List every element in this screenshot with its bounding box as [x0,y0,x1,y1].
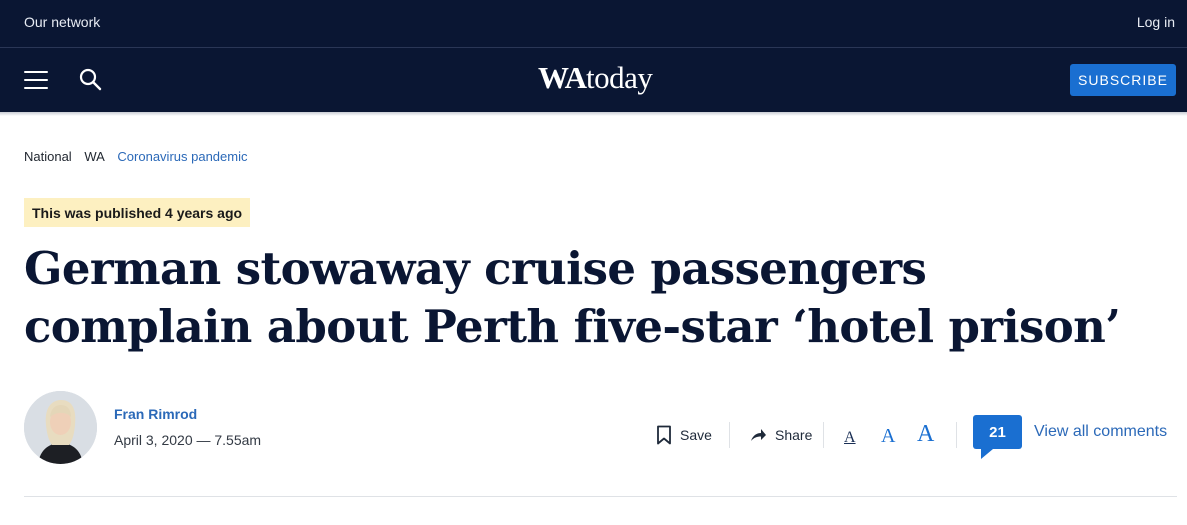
site-header: WAtoday SUBSCRIBE [0,48,1187,112]
hamburger-menu-icon[interactable] [24,70,48,90]
search-icon[interactable] [78,67,104,93]
logo-wa: WA [538,60,587,95]
breadcrumb: National WA Coronavirus pandemic [24,149,257,164]
share-button[interactable]: Share [750,424,812,446]
menu-line [24,87,48,89]
tool-divider [956,422,957,448]
logo-today: today [585,60,653,95]
save-label: Save [680,427,712,443]
bookmark-icon [657,425,671,445]
menu-line [24,79,48,81]
view-all-comments-link[interactable]: View all comments [1034,423,1167,441]
save-button[interactable]: Save [656,424,712,446]
author-avatar[interactable] [24,391,97,464]
share-arrow-icon [751,429,766,441]
breadcrumb-coronavirus[interactable]: Coronavirus pandemic [117,149,247,164]
breadcrumb-national[interactable]: National [24,149,72,164]
network-bar: Our network Log in [0,0,1187,48]
breadcrumb-wa[interactable]: WA [84,149,104,164]
header-shadow [0,112,1187,116]
byline-divider [24,496,1177,497]
tool-divider [823,422,824,448]
menu-line [24,71,48,73]
watoday-logo[interactable]: WAtoday [538,60,653,100]
font-size-medium-button[interactable]: A [881,425,895,448]
tool-divider [729,422,730,448]
share-label: Share [775,427,813,443]
our-network-link[interactable]: Our network [24,14,100,30]
font-size-large-button[interactable]: A [917,421,934,448]
publish-date: April 3, 2020 — 7.55am [114,432,262,448]
published-age-badge: This was published 4 years ago [24,198,251,227]
author-name-link[interactable]: Fran Rimrod [114,406,197,422]
login-link[interactable]: Log in [1137,14,1175,30]
font-size-small-button[interactable]: A [844,429,856,447]
comment-bubble-tail [981,449,993,459]
article-headline: German stowaway cruise passengers compla… [24,242,1121,353]
subscribe-button[interactable]: SUBSCRIBE [1070,64,1176,96]
comment-count-bubble[interactable]: 21 [973,415,1022,449]
